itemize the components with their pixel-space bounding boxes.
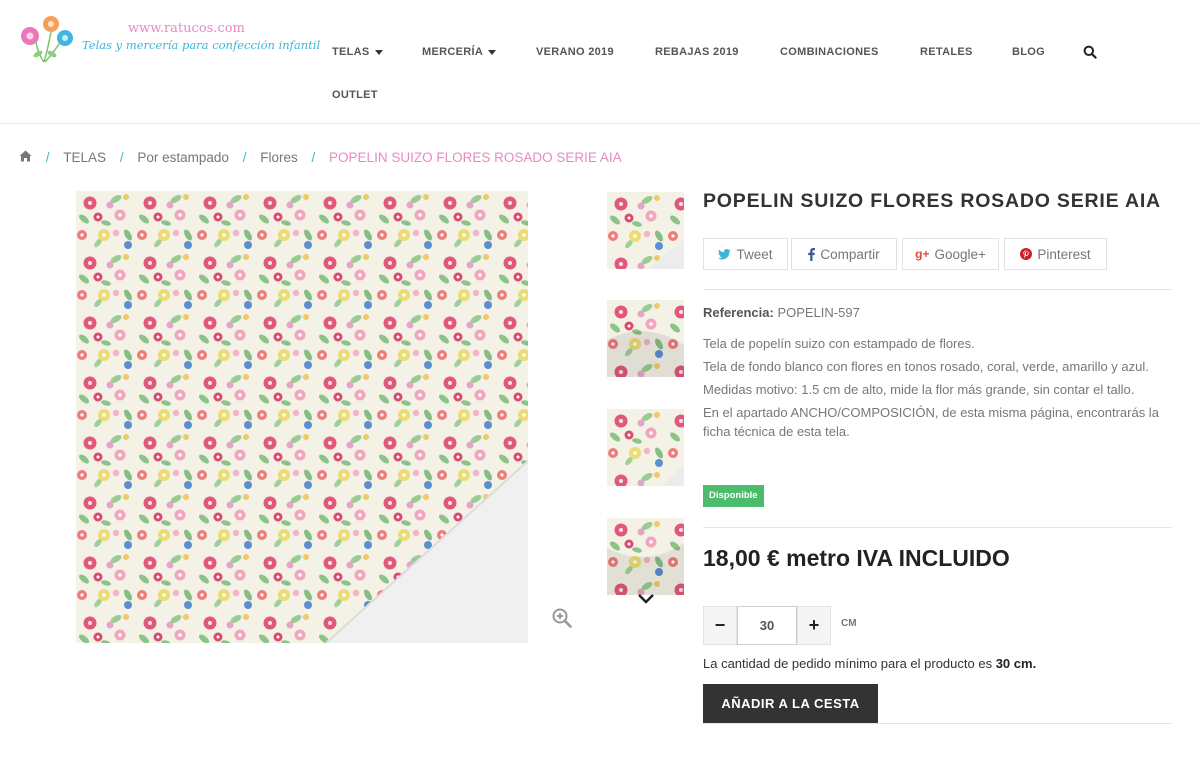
caret-down-icon xyxy=(374,49,383,55)
breadcrumb-home[interactable] xyxy=(19,150,32,165)
minimum-order-note: La cantidad de pedido mínimo para el pro… xyxy=(703,656,1036,671)
pinterest-button[interactable]: Pinterest xyxy=(1004,238,1107,270)
description-line: Tela de fondo blanco con flores en tonos… xyxy=(703,359,1149,374)
facebook-icon xyxy=(808,247,816,261)
divider xyxy=(703,289,1172,290)
breadcrumb-separator: / xyxy=(242,149,247,165)
availability-badge: Disponible xyxy=(703,485,764,507)
nav-item-combinaciones[interactable]: COMBINACIONES xyxy=(780,46,879,58)
breadcrumb-current: POPELIN SUIZO FLORES ROSADO SERIE AIA xyxy=(329,149,622,165)
description-line: Medidas motivo: 1.5 cm de alto, mide la … xyxy=(703,382,1135,397)
product-thumbnail[interactable] xyxy=(607,409,684,486)
facebook-label: Compartir xyxy=(820,246,880,262)
pinterest-icon xyxy=(1020,248,1033,260)
pinterest-label: Pinterest xyxy=(1037,246,1091,262)
zoom-in-icon[interactable] xyxy=(552,608,572,628)
product-thumbnail[interactable] xyxy=(607,192,684,269)
nav-item-label: TELAS xyxy=(332,46,370,58)
description-line: Tela de popelín suizo con estampado de f… xyxy=(703,336,975,351)
site-header: www.ratucos.com Telas y mercería para co… xyxy=(0,0,1200,124)
google-plus-label: Google+ xyxy=(934,246,986,262)
breadcrumb-item-telas[interactable]: TELAS xyxy=(63,150,106,165)
chevron-down-icon[interactable] xyxy=(637,592,655,604)
reference-value: POPELIN-597 xyxy=(777,305,860,320)
facebook-share-button[interactable]: Compartir xyxy=(791,238,897,270)
nav-item-telas[interactable]: TELAS xyxy=(332,46,383,58)
product-reference: Referencia: POPELIN-597 xyxy=(703,305,860,320)
breadcrumb-item-flores[interactable]: Flores xyxy=(260,150,298,165)
search-icon[interactable] xyxy=(1083,45,1097,59)
product-price: 18,00 € metro IVA INCLUIDO xyxy=(703,545,1010,571)
nav-item-verano-2019[interactable]: VERANO 2019 xyxy=(536,46,614,58)
divider xyxy=(703,723,1172,724)
quantity-input[interactable]: 30 xyxy=(737,606,797,645)
description-line: En el apartado ANCHO/COMPOSICIÓN, de est… xyxy=(703,405,1159,439)
tweet-button[interactable]: Tweet xyxy=(703,238,788,270)
breadcrumb-item-por-estampado[interactable]: Por estampado xyxy=(137,150,229,165)
site-logo[interactable]: www.ratucos.com Telas y mercería para co… xyxy=(18,14,320,66)
add-to-cart-button[interactable]: AÑADIR A LA CESTA xyxy=(703,684,878,723)
quantity-increase-button[interactable]: + xyxy=(797,606,831,645)
breadcrumb: / TELAS / Por estampado / Flores / POPEL… xyxy=(19,149,622,165)
quantity-unit: CM xyxy=(841,618,857,629)
product-title: POPELIN SUIZO FLORES ROSADO SERIE AIA xyxy=(703,190,1161,212)
product-description: Tela de popelín suizo con estampado de f… xyxy=(703,334,1175,445)
nav-item-rebajas-2019[interactable]: REBAJAS 2019 xyxy=(655,46,739,58)
product-thumbnail[interactable] xyxy=(607,518,684,595)
product-main-image[interactable] xyxy=(76,191,528,643)
tweet-label: Tweet xyxy=(736,246,773,262)
nav-item-merceria[interactable]: MERCERÍA xyxy=(422,46,497,58)
minimum-order-value: 30 cm. xyxy=(995,656,1037,671)
twitter-icon xyxy=(718,248,731,259)
google-plus-icon: g+ xyxy=(915,247,930,261)
breadcrumb-separator: / xyxy=(311,149,316,165)
breadcrumb-separator: / xyxy=(45,149,50,165)
home-icon xyxy=(19,150,32,162)
nav-item-outlet[interactable]: OUTLET xyxy=(332,89,378,101)
google-plus-button[interactable]: g+ Google+ xyxy=(902,238,999,270)
breadcrumb-separator: / xyxy=(119,149,124,165)
nav-item-label: MERCERÍA xyxy=(422,46,484,58)
flowers-logo-icon xyxy=(21,16,73,63)
minimum-order-text: La cantidad de pedido mínimo para el pro… xyxy=(703,656,996,671)
divider xyxy=(703,527,1172,528)
nav-item-blog[interactable]: BLOG xyxy=(1012,46,1045,58)
logo-url-text: www.ratucos.com xyxy=(128,21,245,36)
caret-down-icon xyxy=(488,49,497,55)
quantity-decrease-button[interactable]: − xyxy=(703,606,737,645)
nav-item-retales[interactable]: RETALES xyxy=(920,46,973,58)
logo-tagline: Telas y mercería para confección infanti… xyxy=(82,38,321,52)
product-thumbnail[interactable] xyxy=(607,300,684,377)
reference-label: Referencia: xyxy=(703,305,774,320)
